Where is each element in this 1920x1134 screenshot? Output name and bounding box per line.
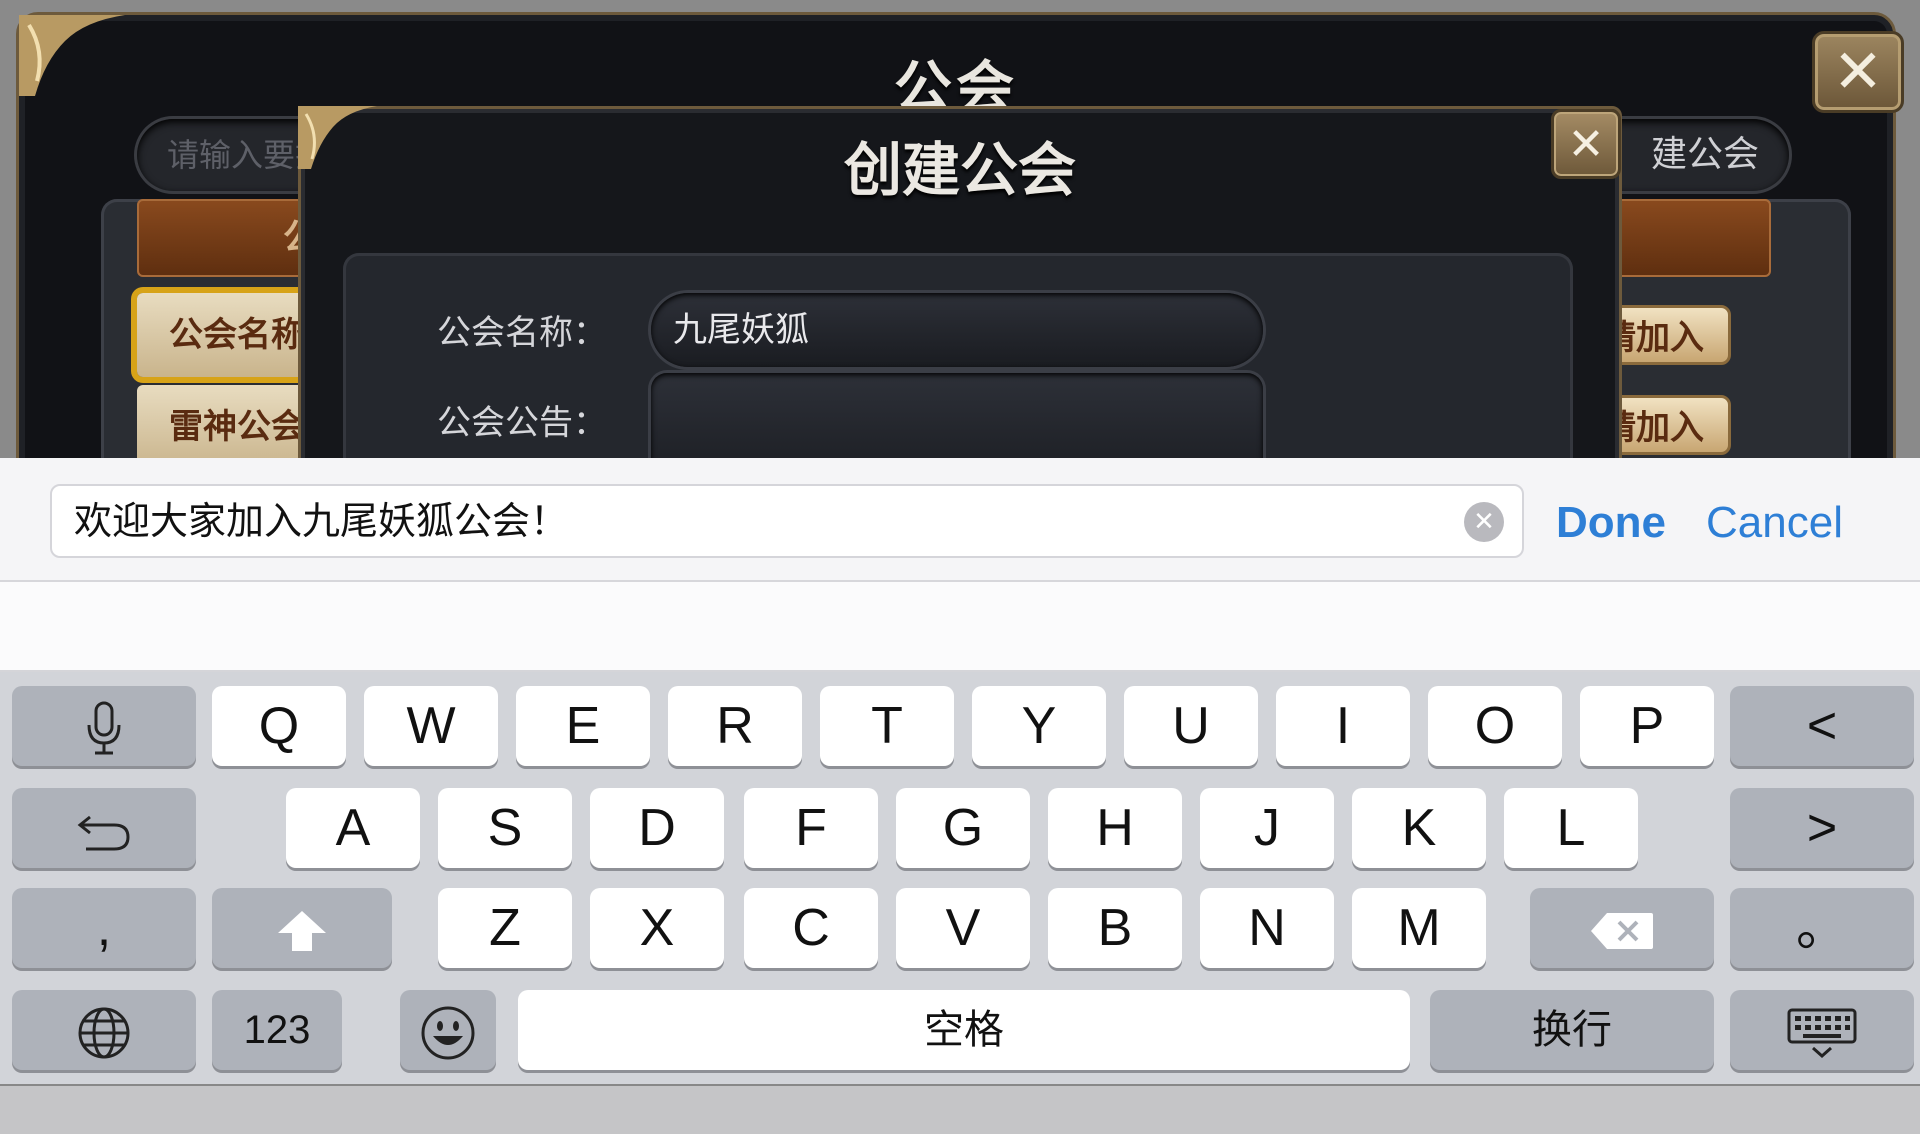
- period-key[interactable]: 。: [1730, 888, 1914, 968]
- key-i[interactable]: I: [1276, 686, 1410, 766]
- suggestion-bar: [0, 582, 1920, 672]
- key-y[interactable]: Y: [972, 686, 1106, 766]
- key-k[interactable]: K: [1352, 788, 1486, 868]
- dictation-key[interactable]: [12, 686, 196, 766]
- bottom-bar: [0, 1084, 1920, 1134]
- emoji-icon: [421, 1006, 475, 1060]
- text-input-field[interactable]: 欢迎大家加入九尾妖狐公会！: [50, 484, 1524, 558]
- key-h[interactable]: H: [1048, 788, 1182, 868]
- key-j[interactable]: J: [1200, 788, 1334, 868]
- cursor-left-key[interactable]: <: [1730, 686, 1914, 766]
- key-f[interactable]: F: [744, 788, 878, 868]
- guild-notice-label: 公会公告：: [437, 403, 607, 443]
- cursor-right-key[interactable]: >: [1730, 788, 1914, 868]
- key-s[interactable]: S: [438, 788, 572, 868]
- shift-key[interactable]: [212, 888, 392, 968]
- key-n[interactable]: N: [1200, 888, 1334, 968]
- key-m[interactable]: M: [1352, 888, 1486, 968]
- undo-arrow-icon: [77, 816, 130, 851]
- backspace-key[interactable]: [1530, 888, 1714, 968]
- key-g[interactable]: G: [896, 788, 1030, 868]
- key-b[interactable]: B: [1048, 888, 1182, 968]
- shift-arrow-icon: [278, 911, 326, 952]
- keyboard: Q W E R T Y U I O P < A S D F G H J K L …: [0, 672, 1920, 1084]
- key-o[interactable]: O: [1428, 686, 1562, 766]
- game-screen: 公会 ✕ 请输入要搜 建公会 公会名 操作 公会名称公 申请加入 雷神公会 申请…: [0, 0, 1920, 458]
- dialog-title: 创建公会: [843, 136, 1076, 204]
- key-x[interactable]: X: [590, 888, 724, 968]
- microphone-icon: [87, 701, 121, 755]
- key-c[interactable]: C: [744, 888, 878, 968]
- key-l[interactable]: L: [1504, 788, 1638, 868]
- keyboard-hide-icon: [1787, 1008, 1857, 1059]
- guild-notice-field[interactable]: [651, 373, 1263, 458]
- keyboard-input-bar: 欢迎大家加入九尾妖狐公会！ ✕ Done Cancel: [0, 458, 1920, 582]
- undo-key[interactable]: [12, 788, 196, 868]
- key-w[interactable]: W: [364, 686, 498, 766]
- key-z[interactable]: Z: [438, 888, 572, 968]
- key-e[interactable]: E: [516, 686, 650, 766]
- globe-key[interactable]: [12, 990, 196, 1070]
- dismiss-keyboard-key[interactable]: [1730, 990, 1914, 1070]
- create-guild-dialog: 创建公会 ✕ 公会名称： 九尾妖狐 公会公告：: [298, 106, 1622, 458]
- guild-name-label: 公会名称：: [437, 313, 607, 353]
- emoji-key[interactable]: [400, 990, 496, 1070]
- clear-icon: ✕: [1473, 507, 1495, 537]
- dialog-form: 公会名称： 九尾妖狐 公会公告：: [343, 253, 1573, 458]
- done-button[interactable]: Done: [1556, 498, 1666, 548]
- key-v[interactable]: V: [896, 888, 1030, 968]
- key-q[interactable]: Q: [212, 686, 346, 766]
- close-window-button[interactable]: ✕: [1812, 31, 1904, 113]
- key-d[interactable]: D: [590, 788, 724, 868]
- globe-icon: [78, 1007, 130, 1059]
- key-u[interactable]: U: [1124, 686, 1258, 766]
- key-p[interactable]: P: [1580, 686, 1714, 766]
- key-r[interactable]: R: [668, 686, 802, 766]
- clear-text-button[interactable]: ✕: [1464, 502, 1504, 542]
- close-icon: ✕: [1832, 37, 1884, 107]
- close-icon: ✕: [1567, 118, 1605, 170]
- key-a[interactable]: A: [286, 788, 420, 868]
- cancel-button[interactable]: Cancel: [1706, 498, 1843, 548]
- key-t[interactable]: T: [820, 686, 954, 766]
- guild-name-field[interactable]: 九尾妖狐: [651, 293, 1263, 367]
- comma-key[interactable]: ,: [12, 888, 196, 968]
- numbers-key[interactable]: 123: [212, 990, 342, 1070]
- space-key[interactable]: 空格: [518, 990, 1410, 1070]
- close-dialog-button[interactable]: ✕: [1551, 109, 1621, 179]
- return-key[interactable]: 换行: [1430, 990, 1714, 1070]
- backspace-icon: [1591, 913, 1653, 950]
